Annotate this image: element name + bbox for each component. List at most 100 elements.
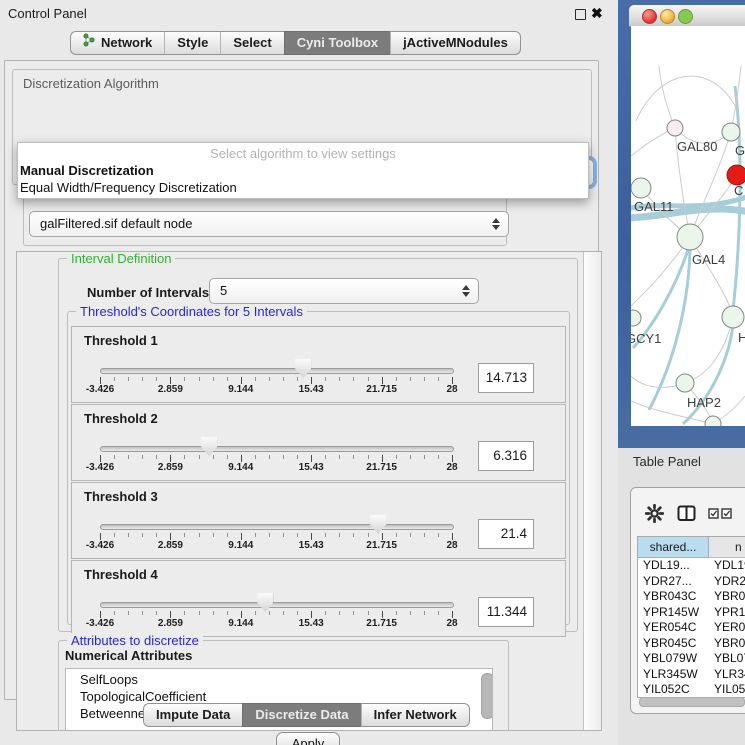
table-cell-shared-name[interactable]: YDL19... (638, 558, 709, 574)
network-node[interactable] (705, 416, 721, 426)
network-node-h[interactable] (722, 306, 744, 328)
apply-button[interactable]: Apply (276, 732, 340, 745)
tick-mark (227, 377, 228, 381)
tick-label: 2.859 (158, 540, 183, 551)
slider-track[interactable] (100, 524, 454, 530)
table-cell-shared-name[interactable]: YLR345W (638, 667, 709, 683)
slider-thumb[interactable] (370, 515, 386, 534)
slider-track[interactable] (100, 602, 454, 608)
tab-cyni-toolbox-label: Cyni Toolbox (297, 32, 378, 54)
tick-mark (100, 533, 101, 540)
bottom-tab-infer-network[interactable]: Infer Network (361, 703, 470, 727)
slider-thumb[interactable] (201, 437, 217, 456)
network-canvas[interactable]: GAL80GCGAL11GAL4GCY1HHAP2 (631, 26, 745, 426)
table-row[interactable]: YIL052CYIL05 (638, 682, 745, 698)
table-cell-name[interactable]: YIL05 (709, 682, 745, 698)
network-node-gal11[interactable] (631, 178, 651, 198)
table-cell-name[interactable]: YDR27 (709, 574, 745, 590)
network-node-g[interactable] (722, 123, 740, 141)
network-node-gcy1[interactable] (631, 310, 641, 326)
algorithm-options: Manual DiscretizationEqual Width/Frequen… (18, 162, 588, 196)
close-panel-icon[interactable]: ✖ (591, 5, 603, 22)
table-hscrollbar[interactable] (639, 697, 744, 706)
table-cell-shared-name[interactable]: YPR145W (638, 605, 709, 621)
table-hscrollbar-thumb[interactable] (639, 697, 745, 707)
minimize-button-traffic-light[interactable] (660, 9, 675, 24)
table-row[interactable]: YBL079WYBL07 (638, 651, 745, 667)
table-row[interactable]: YBR043CYBR04 (638, 589, 745, 605)
threshold-value-field[interactable]: 14.713 (478, 363, 534, 393)
tick-mark (424, 611, 425, 615)
table-cell-shared-name[interactable]: YBR043C (638, 589, 709, 605)
table-cell-name[interactable]: YER05 (709, 620, 745, 636)
network-node-label: GCY1 (631, 331, 661, 346)
table-cell-name[interactable]: YBR04 (709, 636, 745, 652)
network-window-titlebar[interactable] (629, 5, 745, 27)
float-window-icon[interactable] (575, 9, 586, 20)
table-cell-shared-name[interactable]: YBL079W (638, 651, 709, 667)
zoom-button-traffic-light[interactable] (678, 9, 693, 24)
table-cell-shared-name[interactable]: YER054C (638, 620, 709, 636)
tick-mark (227, 533, 228, 537)
tick-mark (170, 611, 171, 618)
tick-label: 2.859 (158, 618, 183, 629)
table-cell-name[interactable]: YPR14 (709, 605, 745, 621)
network-node-gal80[interactable] (667, 120, 683, 136)
tick-mark (424, 377, 425, 381)
table-row[interactable]: YPR145WYPR14 (638, 605, 745, 621)
threshold-value-field[interactable]: 6.316 (478, 441, 534, 471)
close-button-traffic-light[interactable] (642, 9, 657, 24)
attributes-scrollbar-thumb[interactable] (481, 673, 493, 719)
column-header-shared-name[interactable]: shared... (638, 537, 709, 558)
table-cell-name[interactable]: YBR04 (709, 589, 745, 605)
table-row[interactable]: YBR045CYBR04 (638, 636, 745, 652)
tab-cyni-toolbox[interactable]: Cyni Toolbox (284, 31, 390, 55)
slider-thumb[interactable] (295, 359, 311, 378)
tab-network[interactable]: Network (70, 31, 164, 55)
tick-mark (438, 533, 439, 537)
tab-select[interactable]: Select (220, 31, 283, 55)
slider-thumb[interactable] (257, 593, 273, 612)
algorithm-option-equal-width-frequency-discretization[interactable]: Equal Width/Frequency Discretization (18, 179, 588, 196)
tick-label: 15.43 (299, 462, 324, 473)
table-cell-name[interactable]: YLR34 (709, 667, 745, 683)
checked-boxes-icon[interactable] (708, 508, 733, 520)
tick-mark (410, 533, 411, 537)
table-row[interactable]: YLR345WYLR34 (638, 667, 745, 683)
slider-track[interactable] (100, 446, 454, 452)
tick-mark (368, 377, 369, 381)
table-cell-name[interactable]: YBL07 (709, 651, 745, 667)
table-cell-shared-name[interactable]: YIL052C (638, 682, 709, 698)
tick-mark (396, 533, 397, 537)
tab-jactivemnodules[interactable]: jActiveMNodules (390, 31, 521, 55)
bottom-tab-discretize-data[interactable]: Discretize Data (242, 703, 360, 727)
tab-style[interactable]: Style (164, 31, 220, 55)
table-cell-name[interactable]: YDL19 (709, 558, 745, 574)
table-row[interactable]: YDL19...YDL19 (638, 558, 745, 574)
table-row[interactable]: YDR27...YDR27 (638, 574, 745, 590)
table-cell-shared-name[interactable]: YBR045C (638, 636, 709, 652)
number-of-intervals-combo[interactable]: 5 (209, 278, 479, 304)
network-node-gal4[interactable] (677, 224, 703, 250)
tick-mark (184, 611, 185, 615)
table-data-combo[interactable]: galFiltered.sif default node (29, 211, 509, 237)
attribute-item-selfloops[interactable]: SelfLoops (66, 671, 492, 688)
slider-track[interactable] (100, 368, 454, 374)
tick-label: 21.715 (366, 462, 397, 473)
gear-icon[interactable] (645, 504, 664, 523)
tick-mark (325, 377, 326, 381)
tick-mark (283, 611, 284, 615)
bottom-tab-impute-data[interactable]: Impute Data (143, 703, 242, 727)
tick-mark (100, 611, 101, 618)
network-node-hap2[interactable] (676, 374, 694, 392)
threshold-value-field[interactable]: 11.344 (478, 597, 534, 627)
network-node-c[interactable] (727, 165, 745, 185)
table-cell-shared-name[interactable]: YDR27... (638, 574, 709, 590)
table-row[interactable]: YER054CYER05 (638, 620, 745, 636)
threshold-value-field[interactable]: 21.4 (478, 519, 534, 549)
scrollbar-track[interactable] (583, 252, 601, 730)
column-header-name[interactable]: n (709, 537, 745, 558)
column-layout-icon[interactable] (677, 505, 696, 522)
algorithm-option-manual-discretization[interactable]: Manual Discretization (18, 162, 588, 179)
tick-label: 21.715 (366, 540, 397, 551)
